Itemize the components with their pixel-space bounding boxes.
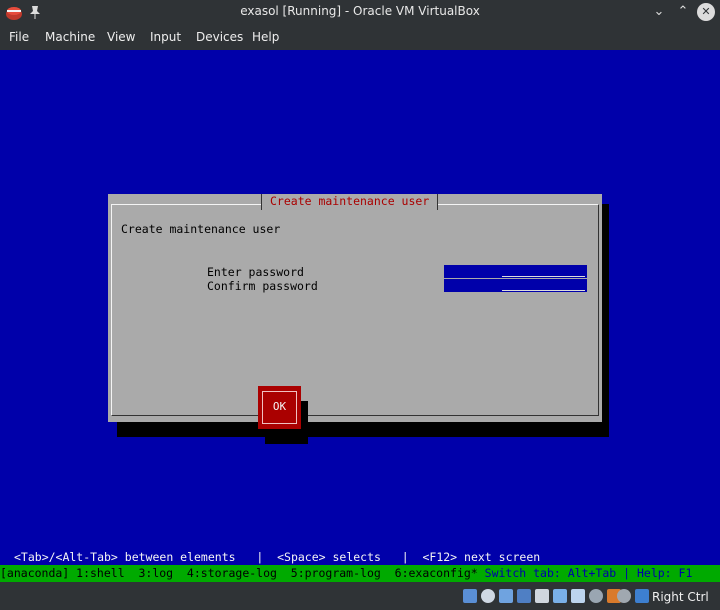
enter-password-label: Enter password xyxy=(207,265,304,279)
display-icon[interactable] xyxy=(571,589,585,603)
audio-icon[interactable] xyxy=(499,589,513,603)
enter-password-field[interactable]: ********* xyxy=(444,265,587,278)
confirm-password-label: Confirm password xyxy=(207,279,318,293)
help-line: <Tab>/<Alt-Tab> between elements | <Spac… xyxy=(14,550,541,564)
keyboard-icon[interactable] xyxy=(635,589,649,603)
confirm-password-underline xyxy=(502,290,585,291)
dialog-title: Create maintenance user xyxy=(261,194,439,210)
window-titlebar: exasol [Running] - Oracle VM VirtualBox … xyxy=(0,0,720,24)
mouse-integration-icon[interactable] xyxy=(617,589,631,603)
confirm-password-field[interactable]: ********* xyxy=(444,279,587,292)
optical-drive-icon[interactable] xyxy=(481,589,495,603)
status-bar: Right Ctrl xyxy=(0,582,720,610)
close-icon[interactable]: ✕ xyxy=(697,3,715,21)
menu-bar: File Machine View Input Devices Help xyxy=(0,24,720,50)
dialog-heading: Create maintenance user xyxy=(121,222,281,236)
menu-file[interactable]: File xyxy=(9,30,29,44)
recording-icon[interactable] xyxy=(589,589,603,603)
shared-folders-icon[interactable] xyxy=(553,589,567,603)
enter-password-underline xyxy=(502,276,585,277)
vm-screen[interactable]: Create maintenance user Create maintenan… xyxy=(0,50,720,582)
minimize-icon[interactable]: ⌄ xyxy=(650,3,668,21)
network-icon[interactable] xyxy=(517,589,531,603)
usb-icon[interactable] xyxy=(535,589,549,603)
menu-machine[interactable]: Machine xyxy=(45,30,95,44)
tmux-hint: Switch tab: Alt+Tab | Help: F1 xyxy=(477,566,693,580)
tmux-status-bar: [anaconda] 1:shell 3:log 4:storage-log 5… xyxy=(0,565,720,582)
maximize-icon[interactable]: ⌃ xyxy=(674,3,692,21)
hard-disk-icon[interactable] xyxy=(463,589,477,603)
menu-input[interactable]: Input xyxy=(150,30,181,44)
tmux-tabs: [anaconda] 1:shell 3:log 4:storage-log 5… xyxy=(0,566,478,580)
menu-devices[interactable]: Devices xyxy=(196,30,243,44)
host-key-label: Right Ctrl xyxy=(652,590,709,604)
ok-button[interactable]: OK xyxy=(258,386,301,429)
menu-help[interactable]: Help xyxy=(252,30,279,44)
menu-view[interactable]: View xyxy=(107,30,135,44)
window-title: exasol [Running] - Oracle VM VirtualBox xyxy=(240,4,480,18)
maintenance-user-dialog: Create maintenance user Create maintenan… xyxy=(108,194,602,444)
ok-button-label: OK xyxy=(262,391,297,424)
